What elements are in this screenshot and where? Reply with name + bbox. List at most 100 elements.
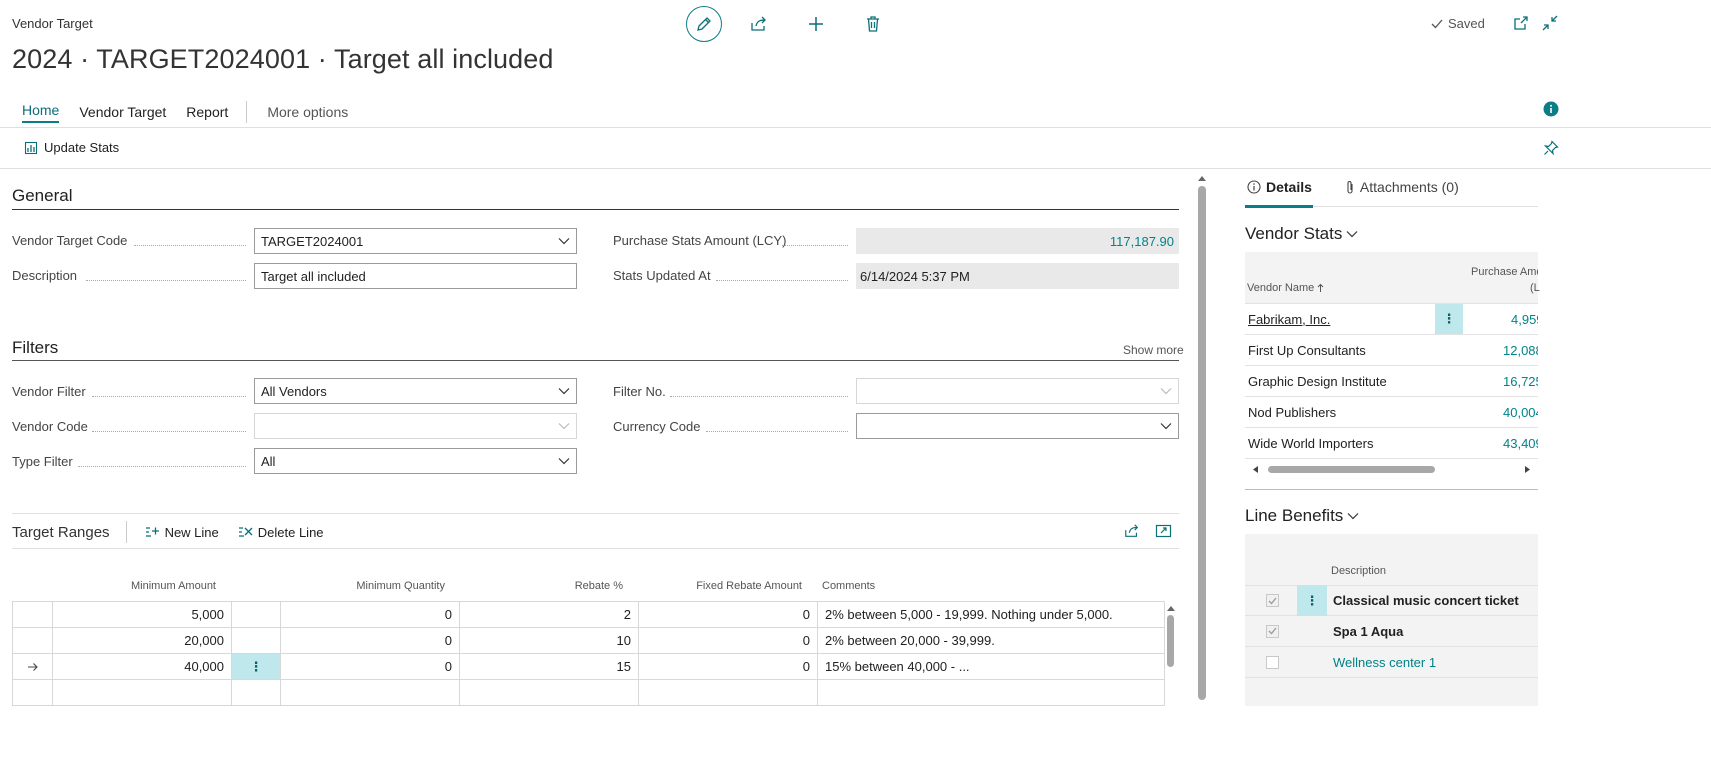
list-item[interactable]: Fabrikam, Inc. ⋮ 4,959 <box>1245 303 1538 335</box>
type-filter-field[interactable]: All <box>254 448 577 474</box>
cell-fixed-rebate[interactable]: 0 <box>638 627 818 654</box>
share-button[interactable] <box>744 9 774 39</box>
list-item[interactable]: Wide World Importers 43,409 <box>1245 427 1538 459</box>
cell-rebate[interactable]: 2 <box>459 601 639 628</box>
new-line-label: New Line <box>164 524 219 540</box>
vendor-stats-header[interactable]: Vendor Stats <box>1245 224 1358 244</box>
pin-button[interactable] <box>1543 140 1559 156</box>
scrollbar-thumb[interactable] <box>1268 466 1435 473</box>
benefit-description[interactable]: Classical music concert ticket <box>1333 593 1519 608</box>
cell-comments[interactable]: 2% between 5,000 - 19,999. Nothing under… <box>817 601 1165 628</box>
benefit-checkbox[interactable] <box>1266 594 1279 607</box>
expand-list-button[interactable] <box>1155 523 1172 539</box>
table-row[interactable]: 40,000 ⋮ 0 15 0 15% between 40,000 - ... <box>12 653 1165 680</box>
show-more-link[interactable]: Show more <box>1123 343 1184 357</box>
purchase-amount[interactable]: 4,959 <box>1463 303 1538 335</box>
purchase-amount[interactable]: 43,409 <box>1463 427 1538 459</box>
cell-rebate[interactable]: 15 <box>459 653 639 680</box>
table-row[interactable]: 5,000 0 2 0 2% between 5,000 - 19,999. N… <box>12 601 1165 628</box>
list-item[interactable]: First Up Consultants 12,088 <box>1245 334 1538 366</box>
paperclip-icon <box>1347 180 1353 194</box>
scrollbar-thumb[interactable] <box>1198 186 1206 700</box>
col-minimum-amount[interactable]: Minimum Amount <box>52 580 216 592</box>
delete-button[interactable] <box>858 9 888 39</box>
col-description[interactable]: Description <box>1331 565 1386 577</box>
cell-min-amount[interactable]: 20,000 <box>52 627 232 654</box>
table-row-empty[interactable] <box>12 679 1165 706</box>
tab-vendor-target[interactable]: Vendor Target <box>79 104 166 120</box>
benefit-description[interactable]: Wellness center 1 <box>1333 655 1436 670</box>
tab-attachments[interactable]: Attachments (0) <box>1345 179 1459 195</box>
new-button[interactable] <box>801 9 831 39</box>
cell-min-qty[interactable]: 0 <box>280 601 460 628</box>
cell-min-qty[interactable]: 0 <box>280 627 460 654</box>
divider <box>12 513 1179 514</box>
col-vendor-name[interactable]: Vendor Name <box>1247 282 1324 294</box>
edit-button[interactable] <box>686 6 722 42</box>
purchase-stats-amount-value[interactable]: 117,187.90 <box>856 228 1179 254</box>
list-item[interactable]: Nod Publishers 40,004 <box>1245 396 1538 428</box>
list-item[interactable]: Graphic Design Institute 16,725 <box>1245 365 1538 397</box>
list-item[interactable]: Wellness center 1 <box>1245 647 1538 678</box>
cell-fixed-rebate[interactable]: 0 <box>638 653 818 680</box>
list-item[interactable]: Spa 1 Aqua <box>1245 616 1538 647</box>
row-actions-button[interactable]: ⋮ <box>1297 585 1327 616</box>
col-comments[interactable]: Comments <box>822 580 875 592</box>
collapse-button[interactable] <box>1542 15 1560 33</box>
divider <box>0 127 1711 128</box>
cell-min-amount[interactable]: 40,000 <box>52 653 232 680</box>
target-ranges-title[interactable]: Target Ranges <box>12 524 110 541</box>
cell-fixed-rebate[interactable]: 0 <box>638 601 818 628</box>
purchase-amount[interactable]: 40,004 <box>1463 396 1538 428</box>
vendor-name-link[interactable]: Fabrikam, Inc. <box>1248 312 1330 327</box>
delete-line-button[interactable]: Delete Line <box>238 525 324 540</box>
benefit-checkbox[interactable] <box>1266 655 1279 669</box>
tab-details[interactable]: Details <box>1247 179 1312 195</box>
scroll-up-icon <box>1167 606 1175 611</box>
cell-min-amount[interactable]: 5,000 <box>52 601 232 628</box>
purchase-amount[interactable]: 16,725 <box>1463 365 1538 397</box>
cell-comments[interactable]: 15% between 40,000 - ... <box>817 653 1165 680</box>
filters-section-title[interactable]: Filters <box>12 338 58 358</box>
share-list-button[interactable] <box>1124 523 1140 539</box>
more-options-button[interactable]: More options <box>267 104 348 120</box>
line-benefits-header[interactable]: Line Benefits <box>1245 506 1359 526</box>
col-rebate-percent[interactable]: Rebate % <box>460 580 623 592</box>
tab-report[interactable]: Report <box>186 104 228 120</box>
purchase-amount[interactable]: 12,088 <box>1463 334 1538 366</box>
label-dots <box>706 431 848 432</box>
table-row[interactable]: 20,000 0 10 0 2% between 20,000 - 39,999… <box>12 627 1165 654</box>
cell-rebate[interactable]: 10 <box>459 627 639 654</box>
col-purchase-amount[interactable]: Purchase Amo <box>1471 266 1538 278</box>
cell-comments[interactable]: 2% between 20,000 - 39,999. <box>817 627 1165 654</box>
vendor-name[interactable]: Graphic Design Institute <box>1245 365 1435 397</box>
open-new-window-button[interactable] <box>1513 15 1531 33</box>
currency-code-field[interactable] <box>856 413 1179 439</box>
vendor-name[interactable]: Wide World Importers <box>1245 427 1435 459</box>
tab-home[interactable]: Home <box>22 102 60 123</box>
saved-status: Saved <box>1430 16 1485 31</box>
col-minimum-quantity[interactable]: Minimum Quantity <box>282 580 445 592</box>
general-section-title[interactable]: General <box>12 186 72 206</box>
vendor-name[interactable]: Nod Publishers <box>1245 396 1435 428</box>
info-button[interactable] <box>1543 101 1559 117</box>
vendor-filter-field[interactable]: All Vendors <box>254 378 577 404</box>
page-scrollbar[interactable] <box>1196 174 1208 706</box>
vendor-target-code-field[interactable]: TARGET2024001 <box>254 228 577 254</box>
vendor-code-field[interactable] <box>254 413 577 439</box>
vendor-name[interactable]: First Up Consultants <box>1245 334 1435 366</box>
table-scrollbar[interactable] <box>1166 604 1176 704</box>
col-fixed-rebate-amount[interactable]: Fixed Rebate Amount <box>639 580 802 592</box>
list-item[interactable]: ⋮ Classical music concert ticket <box>1245 585 1538 616</box>
row-actions-button[interactable]: ⋮ <box>231 653 281 680</box>
row-actions-button[interactable]: ⋮ <box>1435 303 1463 335</box>
filter-no-field[interactable] <box>856 378 1179 404</box>
scrollbar-thumb[interactable] <box>1167 615 1174 667</box>
new-line-button[interactable]: New Line <box>145 525 219 540</box>
benefit-checkbox[interactable] <box>1266 624 1279 638</box>
update-stats-button[interactable]: Update Stats <box>24 140 119 155</box>
vendor-stats-hscrollbar[interactable] <box>1248 464 1536 474</box>
description-field[interactable]: Target all included <box>254 263 577 289</box>
benefit-description[interactable]: Spa 1 Aqua <box>1333 624 1403 639</box>
cell-min-qty[interactable]: 0 <box>280 653 460 680</box>
